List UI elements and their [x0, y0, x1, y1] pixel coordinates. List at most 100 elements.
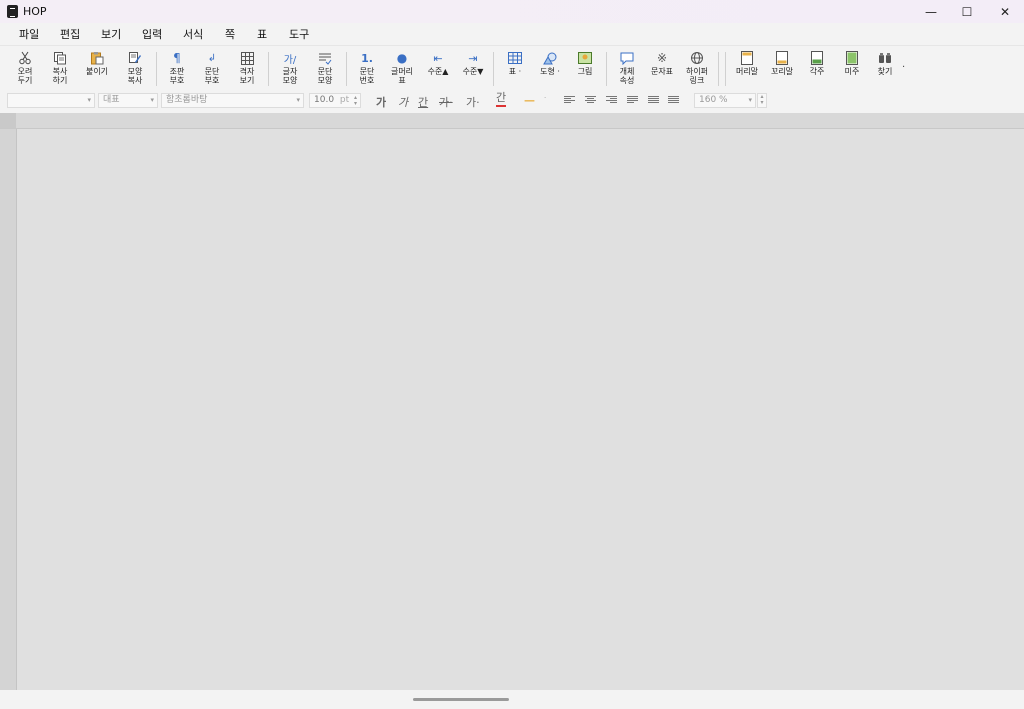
- window-title: HOP: [23, 5, 47, 18]
- outdent-button[interactable]: ⇤ 수준▲: [422, 50, 454, 77]
- grid-view-button[interactable]: 격자 보기: [231, 50, 263, 85]
- numbering-button[interactable]: 1. 문단 번호: [351, 50, 383, 86]
- hyperlink-label: 하이퍼 링크: [685, 67, 709, 85]
- menu-edit[interactable]: 편집: [56, 25, 84, 43]
- title-bar: HOP — ☐ ✕: [0, 0, 1024, 23]
- find-label: 찾기: [877, 67, 893, 76]
- object-props-button[interactable]: 개체 속성: [611, 50, 643, 85]
- font-select[interactable]: 함초롬바탕 ▾: [161, 93, 304, 108]
- bullet-label: 글머리 표: [390, 67, 414, 85]
- footnote-label: 각주: [809, 67, 825, 76]
- app-logo-icon: [7, 5, 18, 18]
- endnote-button[interactable]: 미주: [836, 50, 868, 76]
- align-right-button[interactable]: [606, 96, 617, 105]
- paste-label: 붙이기: [85, 67, 109, 76]
- hyperlink-button[interactable]: 하이퍼 링크: [681, 50, 713, 85]
- menu-format[interactable]: 서식: [179, 25, 207, 43]
- numbering-icon: 1.: [361, 51, 373, 65]
- char-shape-label: 글자 모양: [282, 67, 298, 85]
- vertical-ruler: [0, 129, 17, 690]
- numbering-label: 문단 번호: [359, 67, 375, 85]
- toolbar: 오려 두기 복사 하기 붙이기 모양 복사 ¶ 조판 부호 ↲ 문단 부호 격자…: [0, 45, 1024, 91]
- symbol-button[interactable]: ※ 문자표: [646, 50, 678, 76]
- footer-button[interactable]: 꼬리말: [766, 50, 798, 76]
- chevron-down-icon: ▾: [150, 96, 154, 104]
- italic-button[interactable]: 가: [398, 94, 408, 110]
- font-size-value: 10.0: [314, 95, 335, 105]
- horizontal-ruler: [0, 113, 1024, 129]
- footer-icon: [776, 50, 788, 66]
- paste-button[interactable]: 붙이기: [81, 50, 113, 76]
- zoom-spinner[interactable]: ▴ ▾: [757, 93, 767, 108]
- toolbar-separator: [156, 52, 157, 86]
- char-shape-button[interactable]: 가/ 글자 모양: [274, 50, 306, 86]
- indent-label: 수준▼: [462, 67, 484, 76]
- paragraph-marks-label: 문단 부호: [204, 67, 220, 85]
- align-left-button[interactable]: [564, 96, 575, 105]
- indent-icon: ⇥: [468, 51, 478, 65]
- align-justify-button[interactable]: [627, 96, 638, 105]
- format-painter-icon: [128, 50, 142, 66]
- menu-table[interactable]: 표: [253, 25, 271, 43]
- header-button[interactable]: 머리말: [731, 50, 763, 76]
- menu-insert[interactable]: 입력: [138, 25, 166, 43]
- paragraph-marks-button[interactable]: ↲ 문단 부호: [196, 50, 228, 86]
- format-painter-label: 모양 복사: [127, 67, 143, 85]
- style-select[interactable]: ▾: [7, 93, 95, 108]
- align-center-button[interactable]: [585, 96, 596, 105]
- header-label: 머리말: [735, 67, 759, 76]
- format-painter-button[interactable]: 모양 복사: [119, 50, 151, 85]
- bullet-button[interactable]: ● 글머리 표: [386, 50, 418, 85]
- toolbar-separator: [268, 52, 269, 86]
- font-color-button[interactable]: 간: [496, 91, 507, 107]
- highlight-dropdown-icon[interactable]: ·: [544, 94, 546, 102]
- toolbar-overflow-button[interactable]: ·: [902, 62, 905, 73]
- picture-button[interactable]: 그림: [569, 50, 601, 76]
- zoom-select[interactable]: 160 % ▾: [694, 93, 756, 108]
- close-button[interactable]: ✕: [987, 0, 1023, 23]
- maximize-button[interactable]: ☐: [949, 0, 985, 23]
- bullet-icon: ●: [396, 51, 408, 65]
- font-value: 함초롬바탕: [166, 95, 208, 105]
- copy-icon: [53, 50, 67, 66]
- grid-view-label: 격자 보기: [239, 67, 255, 85]
- bottom-bar: [0, 690, 1024, 709]
- superscript-button[interactable]: 가·: [466, 94, 480, 110]
- strikethrough-button[interactable]: 가·: [439, 94, 453, 110]
- footnote-button[interactable]: 각주: [801, 50, 833, 76]
- footer-label: 꼬리말: [770, 67, 794, 76]
- outdent-icon: ⇤: [433, 51, 443, 65]
- symbol-icon: ※: [656, 51, 668, 65]
- para-shape-icon: [318, 50, 332, 66]
- toolbar-separator: [725, 52, 726, 86]
- chevron-down-icon: ▾: [296, 96, 300, 104]
- underline-button[interactable]: 간: [418, 94, 428, 110]
- chevron-down-icon: ▾: [87, 96, 91, 104]
- copy-button[interactable]: 복사 하기: [44, 50, 76, 85]
- indent-button[interactable]: ⇥ 수준▼: [457, 50, 489, 77]
- shape-button[interactable]: 도형 ·: [534, 50, 566, 76]
- menu-tools[interactable]: 도구: [285, 25, 313, 43]
- control-marks-button[interactable]: ¶ 조판 부호: [161, 50, 193, 85]
- grid-icon: [240, 50, 254, 66]
- ruler-corner: [0, 113, 16, 128]
- table-button[interactable]: 표 ·: [499, 50, 531, 76]
- resize-handle[interactable]: [413, 698, 509, 701]
- bold-button[interactable]: 가: [376, 94, 386, 110]
- para-shape-button[interactable]: 문단 모양: [309, 50, 341, 85]
- char-shape-icon: 가/: [283, 54, 297, 66]
- align-distribute-button[interactable]: [648, 96, 659, 105]
- menu-file[interactable]: 파일: [15, 25, 43, 43]
- cut-button[interactable]: 오려 두기: [9, 50, 41, 85]
- minimize-button[interactable]: —: [913, 0, 949, 23]
- font-size-field[interactable]: 10.0 pt ▴ ▾: [309, 93, 361, 108]
- align-divide-button[interactable]: [668, 96, 679, 105]
- document-workspace[interactable]: [0, 129, 1024, 690]
- outdent-label: 수준▲: [427, 67, 449, 76]
- highlight-button[interactable]: —: [524, 94, 535, 107]
- menu-view[interactable]: 보기: [97, 25, 125, 43]
- spinner-icon[interactable]: ▴ ▾: [354, 95, 357, 107]
- language-select[interactable]: 대표 ▾: [98, 93, 158, 108]
- menu-page[interactable]: 쪽: [221, 25, 239, 43]
- find-button[interactable]: 찾기: [869, 50, 901, 76]
